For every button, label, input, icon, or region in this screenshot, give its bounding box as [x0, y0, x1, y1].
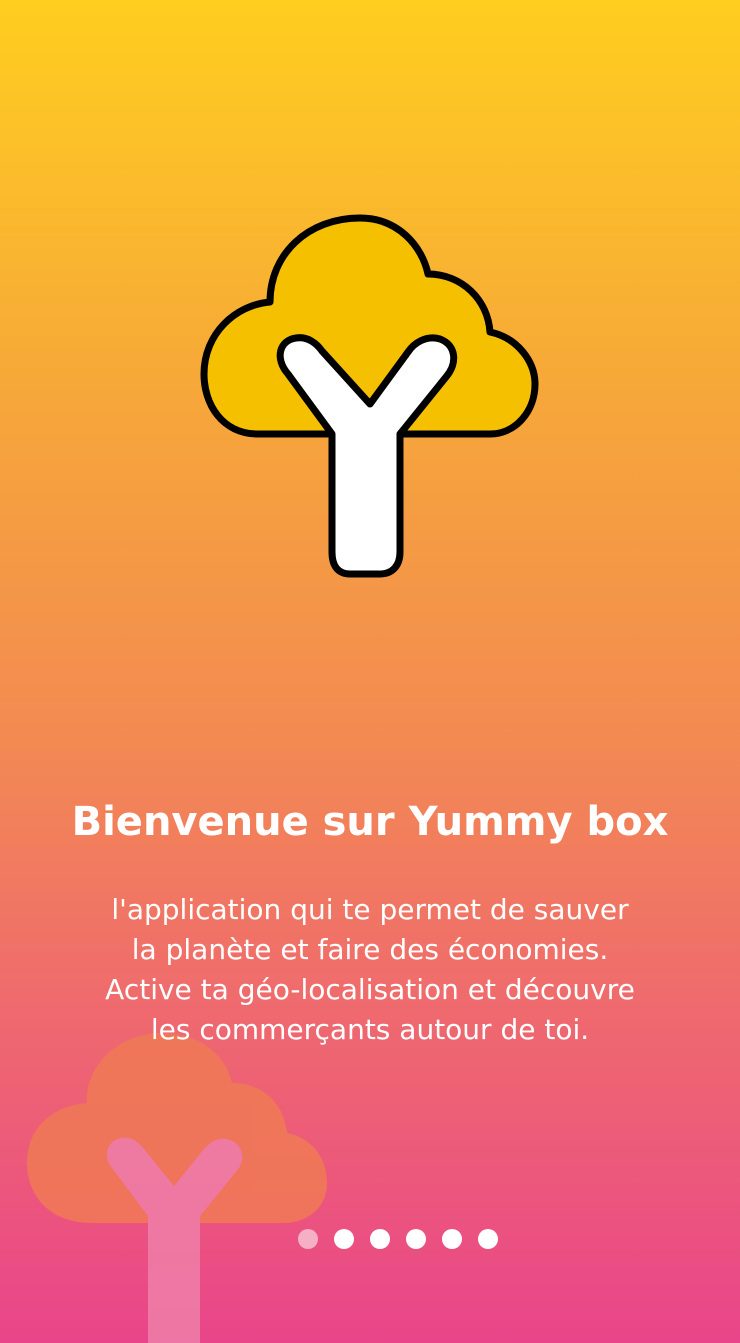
page-dot-5[interactable] [442, 1229, 462, 1249]
tree-watermark-icon [27, 1033, 327, 1343]
page-indicator [298, 1229, 498, 1249]
onboarding-screen: Bienvenue sur Yummy box l'application qu… [0, 0, 740, 1343]
welcome-description: l'application qui te permet de sauver la… [40, 890, 700, 1050]
page-dot-1[interactable] [298, 1229, 318, 1249]
page-dot-2[interactable] [334, 1229, 354, 1249]
welcome-title: Bienvenue sur Yummy box [71, 799, 669, 845]
yummy-box-logo-icon [200, 214, 539, 578]
page-dot-6[interactable] [478, 1229, 498, 1249]
description-line: l'application qui te permet de sauver [111, 893, 629, 926]
description-line: les commerçants autour de toi. [150, 1013, 590, 1046]
page-dot-4[interactable] [406, 1229, 426, 1249]
description-line: Active ta géo-localisation et découvre [105, 973, 635, 1006]
page-dot-3[interactable] [370, 1229, 390, 1249]
description-line: la planète et faire des économies. [131, 933, 609, 966]
